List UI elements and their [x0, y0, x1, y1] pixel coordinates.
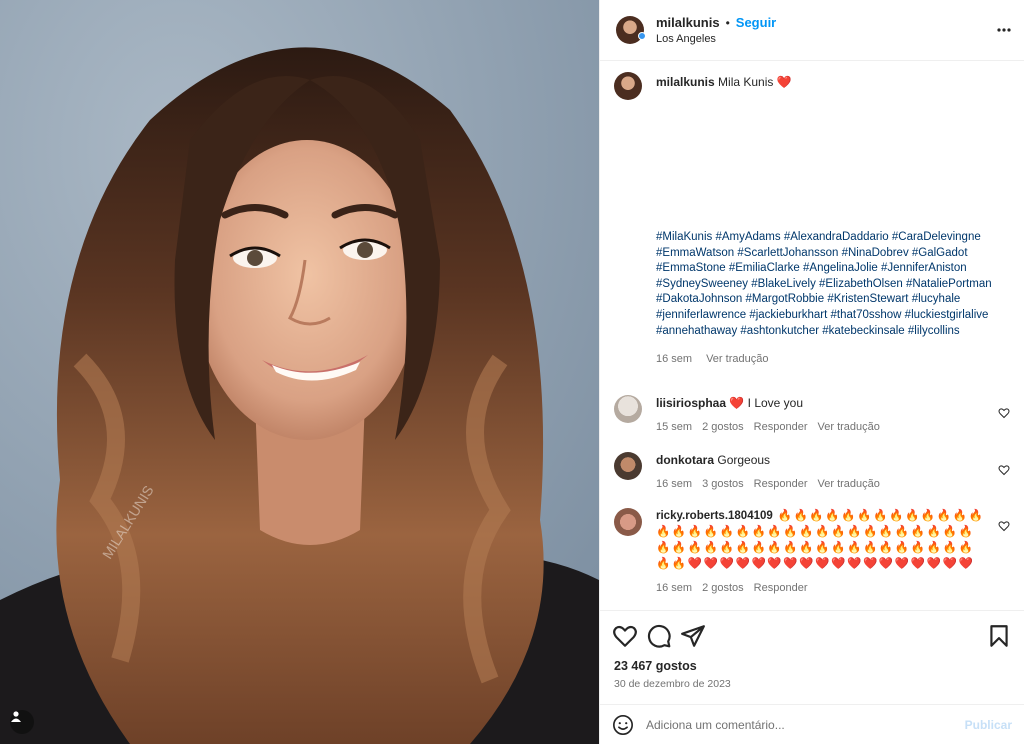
caption-block: milalkunis Mila Kunis ❤️ #MilaKunis #Amy… — [614, 72, 1010, 367]
author-username[interactable]: milalkunis — [656, 15, 720, 30]
commenter-avatar[interactable] — [614, 395, 642, 423]
caption-username[interactable]: milalkunis — [656, 75, 715, 89]
comment-age: 16 sem — [656, 478, 693, 490]
speech-bubble-icon[interactable] — [646, 623, 672, 649]
comment-emoji-line-3: 🔥🔥🔥🔥🔥🔥🔥🔥🔥🔥🔥🔥🔥🔥🔥🔥🔥🔥🔥🔥 — [656, 542, 975, 554]
comment-like-icon[interactable] — [998, 520, 1010, 532]
caption-hashtags[interactable]: #MilaKunis #AmyAdams #AlexandraDaddario … — [656, 230, 1006, 339]
commenter-avatar[interactable] — [614, 508, 642, 536]
author-avatar[interactable] — [616, 16, 646, 44]
commenter-avatar[interactable] — [614, 452, 642, 480]
post-header: milalkunis • Seguir Los Angeles — [600, 0, 1024, 61]
more-horizontal-icon — [997, 28, 1011, 32]
comment-like-icon[interactable] — [998, 407, 1010, 419]
comment-input[interactable] — [646, 717, 965, 732]
comment-reply[interactable]: Responder — [754, 580, 808, 596]
caption-avatar[interactable] — [614, 72, 642, 100]
bookmark-icon[interactable] — [986, 623, 1012, 649]
comment-likes[interactable]: 3 gostos — [702, 476, 744, 492]
comment-composer: Publicar — [600, 704, 1024, 744]
comment-text: Gorgeous — [717, 453, 771, 467]
user-tag-icon — [11, 711, 21, 722]
comment-emoji-line-2: 🔥🔥🔥🔥🔥🔥🔥🔥🔥🔥🔥🔥🔥🔥🔥🔥🔥🔥🔥🔥 — [656, 526, 975, 538]
user-tag-button[interactable] — [10, 710, 34, 734]
post-location[interactable]: Los Angeles — [656, 33, 776, 45]
comment-emoji-line-1: 🔥🔥🔥🔥🔥🔥🔥🔥🔥🔥🔥🔥🔥 — [777, 510, 985, 522]
post-side-panel: milalkunis • Seguir Los Angeles milalkun… — [599, 0, 1024, 744]
separator-bullet: • — [725, 15, 730, 30]
commenter-username[interactable]: ricky.roberts.1804109 — [656, 510, 773, 522]
likes-count[interactable]: 23 467 gostos — [614, 659, 697, 673]
comment-item: ricky.roberts.1804109 🔥🔥🔥🔥🔥🔥🔥🔥🔥🔥🔥🔥🔥 🔥🔥🔥🔥… — [614, 508, 1010, 596]
story-dot — [638, 32, 646, 40]
caption-text: Mila Kunis — [718, 75, 774, 89]
commenter-username[interactable]: donkotara — [656, 453, 714, 467]
post-dialog: MILALKUNIS milalkunis • Seguir Los Angel… — [0, 0, 1024, 744]
comment-likes[interactable]: 2 gostos — [702, 419, 744, 435]
comment-likes[interactable]: 2 gostos — [702, 580, 744, 596]
comment-age: 15 sem — [656, 421, 693, 433]
post-date: 30 de dezembro de 2023 — [614, 678, 731, 690]
comment-item: donkotara Gorgeous 16 sem 3 gostos Respo… — [614, 452, 1010, 492]
caption-heart: ❤️ — [776, 75, 792, 89]
follow-button[interactable]: Seguir — [736, 15, 776, 30]
paper-plane-icon[interactable] — [680, 623, 706, 649]
publish-button[interactable]: Publicar — [965, 718, 1012, 732]
comment-reply[interactable]: Responder — [754, 476, 808, 492]
comment-age: 16 sem — [656, 582, 693, 594]
emoji-smile-icon[interactable] — [612, 714, 634, 736]
portrait-illustration: MILALKUNIS — [0, 0, 599, 744]
post-photo[interactable]: MILALKUNIS — [0, 0, 599, 744]
caption-translate-link[interactable]: Ver tradução — [706, 351, 768, 367]
comment-like-icon[interactable] — [998, 464, 1010, 476]
comment-text: ❤️ I Love you — [729, 396, 804, 410]
comment-item: liisiriosphaa ❤️ I Love you 15 sem 2 gos… — [614, 395, 1010, 435]
heart-outline-icon[interactable] — [612, 623, 638, 649]
caption-age: 16 sem — [656, 353, 693, 366]
comment-emoji-line-4: 🔥🔥❤️❤️❤️❤️❤️❤️❤️❤️❤️❤️❤️❤️❤️❤️❤️❤️❤️❤️ — [656, 558, 975, 570]
commenter-username[interactable]: liisiriosphaa — [656, 396, 726, 410]
comments-list[interactable]: milalkunis Mila Kunis ❤️ #MilaKunis #Amy… — [600, 62, 1024, 610]
more-options-button[interactable] — [994, 20, 1014, 40]
comment-reply[interactable]: Responder — [754, 419, 808, 435]
comment-translate[interactable]: Ver tradução — [818, 476, 880, 492]
comment-translate[interactable]: Ver tradução — [818, 419, 880, 435]
